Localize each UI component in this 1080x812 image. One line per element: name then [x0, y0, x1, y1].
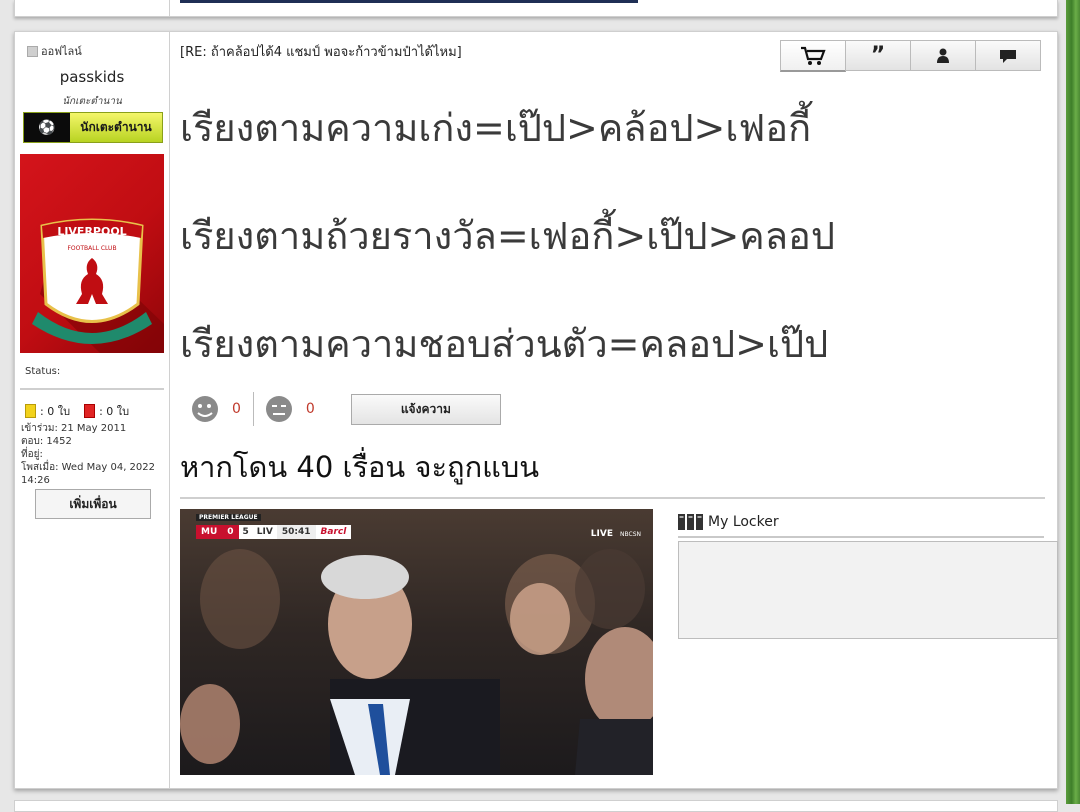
post-time: โพสเมื่อ: Wed May 04, 2022 14:26 — [21, 462, 155, 486]
message-button[interactable] — [975, 40, 1041, 71]
status-label: Status: — [25, 366, 61, 377]
league-label: PREMIER LEAGUE — [196, 514, 261, 521]
match-clock: 50:41 — [276, 525, 316, 539]
football-boot-icon: ⚽ — [24, 113, 70, 142]
report-button[interactable]: แจ้งความ — [350, 393, 501, 425]
crowd-photo-shapes — [180, 549, 653, 775]
yellow-card-count: : 0 ใบ — [40, 405, 71, 418]
rank-badge: ⚽ นักเตะตำนาน — [23, 112, 163, 143]
home-team: MU — [196, 525, 223, 539]
red-card-count: : 0 ใบ — [99, 405, 130, 418]
signature-text: หากโดน 40 เรื่อน จะถูกแบน — [180, 450, 540, 484]
post-toolbar: ” — [780, 40, 1041, 72]
profile-button[interactable] — [910, 40, 976, 71]
red-card-icon — [84, 404, 96, 418]
locker-content — [678, 541, 1058, 639]
username[interactable]: passkids — [15, 68, 169, 86]
add-friend-button[interactable]: เพิ่มเพื่อน — [35, 489, 151, 519]
locker-title: My Locker — [708, 514, 779, 530]
like-button[interactable] — [190, 394, 220, 424]
card-counts: : 0 ใบ : 0 ใบ — [25, 402, 129, 420]
happy-face-icon — [192, 396, 218, 422]
network-logo: NBCSN — [620, 531, 641, 538]
rank-title: นักเตะตำนาน — [62, 96, 122, 107]
avatar[interactable]: LIVERPOOL FOOTBALL CLUB — [20, 154, 164, 353]
reply-count: ตอบ: 1452 — [21, 436, 72, 447]
join-date: เข้าร่วม: 21 May 2011 — [21, 423, 127, 434]
dislike-button[interactable] — [264, 394, 294, 424]
user-meta: เข้าร่วม: 21 May 2011 ตอบ: 1452 ที่อยู่:… — [21, 422, 169, 487]
online-status-label: ออฟไลน์ — [41, 45, 82, 58]
offline-indicator-icon — [27, 45, 38, 57]
divider — [678, 536, 1044, 538]
score-bug: PREMIER LEAGUE MU 0 5 LIV 50:41 Barcl — [196, 514, 352, 541]
away-team: LIV — [252, 525, 277, 539]
next-post-card — [14, 800, 1058, 812]
post-line-3: เรียงตามความชอบส่วนตัว=คลอป>เป๊ป — [180, 322, 829, 366]
post-body: [RE: ถ้าคล้อปได้4 แชมป์ พอจะก้าวข้ามป๋าไ… — [180, 32, 1058, 788]
user-icon — [937, 48, 949, 63]
liverpool-crest-icon: LIVERPOOL FOOTBALL CLUB — [32, 218, 164, 353]
divider — [169, 0, 170, 16]
previous-post-card — [14, 0, 1058, 17]
locker-icon — [678, 514, 703, 530]
sponsor-label: Barcl — [315, 525, 352, 539]
online-status: ออฟไลน์ — [27, 42, 82, 60]
user-sidebar: ออฟไลน์ passkids นักเตะตำนาน ⚽ นักเตะตำน… — [15, 32, 170, 788]
background-grass — [1066, 0, 1080, 804]
signature-divider — [180, 497, 1045, 499]
dislike-count: 0 — [305, 401, 315, 417]
home-score: 0 — [222, 525, 239, 539]
divider — [20, 388, 164, 390]
cart-icon — [801, 46, 826, 65]
away-score: 5 — [238, 525, 253, 539]
post-line-1: เรียงตามความเก่ง=เป๊ป>คล้อป>เฟอกี้ — [180, 106, 812, 150]
live-label: LIVE — [590, 529, 613, 539]
post-line-2: เรียงตามถ้วยรางวัล=เฟอกี้>เป๊ป>คลอป — [180, 214, 835, 258]
signature-image: PREMIER LEAGUE MU 0 5 LIV 50:41 Barcl LI… — [180, 509, 653, 775]
rank-badge-label: นักเตะตำนาน — [80, 120, 152, 134]
crest-text-fc: FOOTBALL CLUB — [67, 245, 116, 252]
quote-icon: ” — [870, 42, 886, 68]
quote-button[interactable]: ” — [845, 40, 911, 71]
yellow-card-icon — [25, 404, 36, 418]
location: ที่อยู่: — [21, 449, 43, 460]
post-title: [RE: ถ้าคล้อปได้4 แชมป์ พอจะก้าวข้ามป๋าไ… — [180, 45, 462, 60]
like-count: 0 — [232, 401, 241, 417]
post-card: ออฟไลน์ passkids นักเตะตำนาน ⚽ นักเตะตำน… — [14, 31, 1058, 789]
locker-header: My Locker — [678, 511, 1053, 533]
crest-text-liverpool: LIVERPOOL — [57, 225, 126, 238]
vote-bar: 0 0 แจ้งความ — [190, 392, 501, 426]
sad-face-icon — [265, 396, 292, 422]
divider — [252, 392, 254, 426]
my-locker: My Locker — [678, 511, 1058, 639]
cart-button[interactable] — [780, 40, 846, 72]
previous-image-edge — [180, 0, 638, 3]
message-icon — [1000, 49, 1016, 63]
